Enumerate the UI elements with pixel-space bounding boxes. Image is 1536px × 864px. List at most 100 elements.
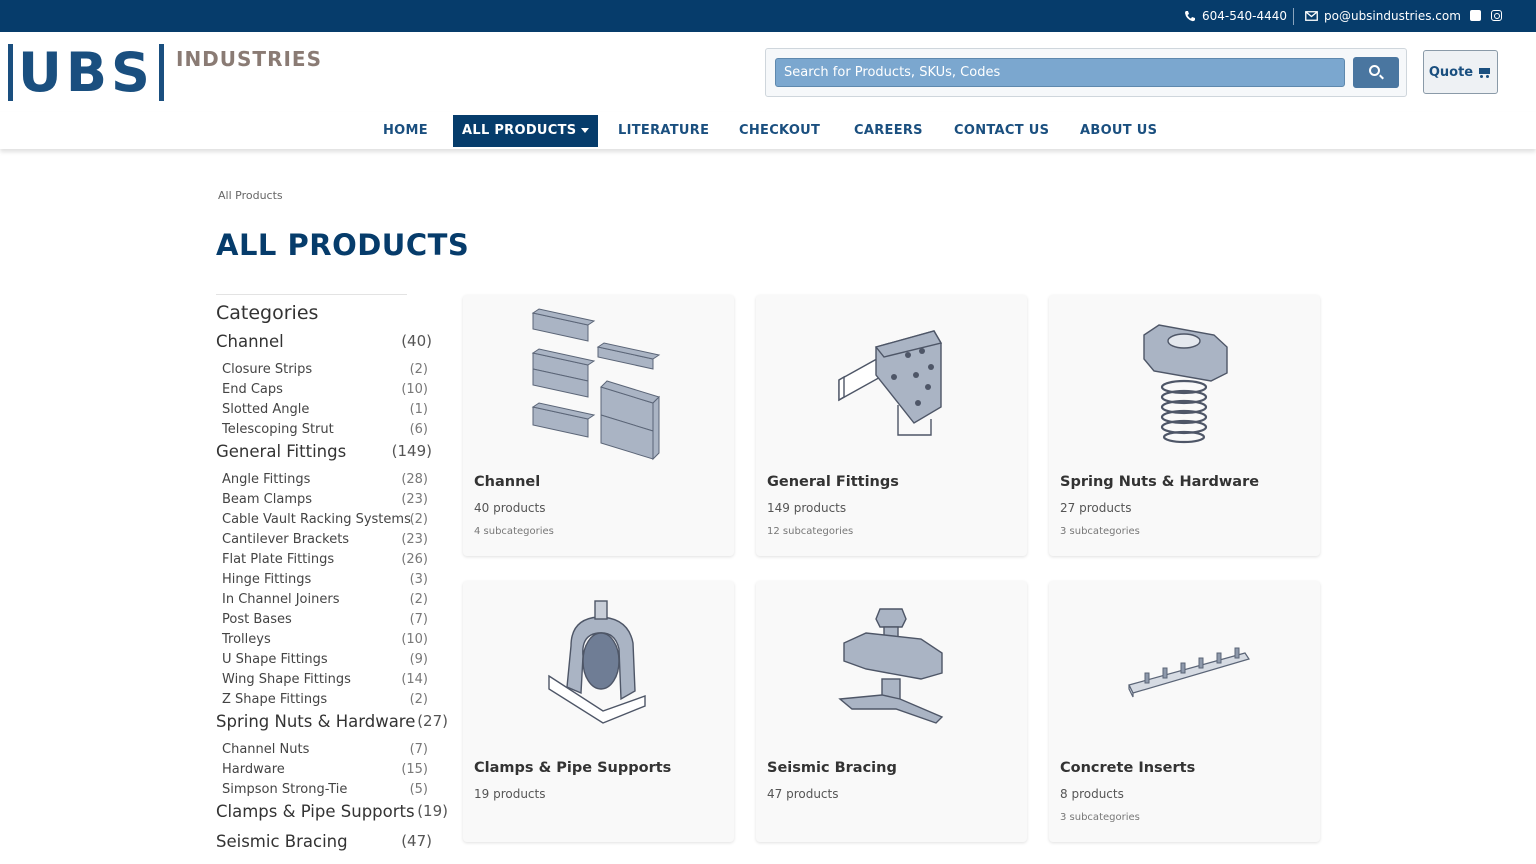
subcategory-item[interactable]: Hinge Fittings (3) <box>216 572 448 592</box>
linkedin-icon[interactable] <box>1470 10 1481 21</box>
subcategory-item[interactable]: End Caps (10) <box>216 382 448 402</box>
caret-down-icon <box>581 128 590 133</box>
card-product-count: 27 products <box>1060 501 1132 515</box>
subcategory-count: (23) <box>401 532 428 547</box>
card-title: Clamps & Pipe Supports <box>474 760 672 776</box>
subcategory-item[interactable]: Flat Plate Fittings (26) <box>216 552 448 572</box>
search-button[interactable] <box>1353 57 1399 88</box>
phone-link[interactable]: 604-540-4440 <box>1184 9 1287 23</box>
category-clamps[interactable]: Clamps & Pipe Supports (19) <box>216 802 448 832</box>
phone-icon <box>1185 11 1195 22</box>
nav-contact-us[interactable]: CONTACT US <box>954 115 1049 147</box>
subcategory-item[interactable]: Cantilever Brackets (23) <box>216 532 448 552</box>
card-product-count: 47 products <box>767 787 839 801</box>
subcategory-count: (23) <box>401 492 428 507</box>
card-product-count: 149 products <box>767 501 847 515</box>
sidebar-heading: Categories <box>216 302 319 324</box>
subcategory-label: Post Bases <box>222 612 292 627</box>
subcategory-label: Hardware <box>222 762 285 777</box>
logo-bar-right <box>158 44 164 101</box>
subcategory-item[interactable]: Wing Shape Fittings (14) <box>216 672 448 692</box>
category-general-fittings[interactable]: General Fittings (149) <box>216 442 448 472</box>
subcategory-count: (7) <box>409 742 428 757</box>
subcategory-count: (14) <box>401 672 428 687</box>
spring-nut-icon <box>1143 324 1228 444</box>
nav-careers[interactable]: CAREERS <box>854 115 923 147</box>
category-spring-nuts[interactable]: Spring Nuts & Hardware (27) <box>216 712 448 742</box>
subcategory-label: Cantilever Brackets <box>222 532 350 547</box>
nav-about-us[interactable]: ABOUT US <box>1080 115 1157 147</box>
site-logo[interactable]: UBS INDUSTRIES <box>8 41 321 104</box>
card-subcategory-count: 4 subcategories <box>474 526 554 537</box>
subcategory-item[interactable]: Beam Clamps (23) <box>216 492 448 512</box>
subcategory-label: Angle Fittings <box>222 472 311 487</box>
search-container <box>765 48 1407 97</box>
logo-subtitle: INDUSTRIES <box>176 47 322 71</box>
concrete-insert-icon <box>1128 647 1250 698</box>
card-subcategory-count: 3 subcategories <box>1060 526 1140 537</box>
nav-literature[interactable]: LITERATURE <box>618 115 709 147</box>
subcategory-label: U Shape Fittings <box>222 652 328 667</box>
category-seismic-bracing[interactable]: Seismic Bracing (47) <box>216 832 448 862</box>
subcategory-label: Channel Nuts <box>222 742 310 757</box>
subcategory-label: Z Shape Fittings <box>222 692 328 707</box>
quote-button[interactable]: Quote <box>1423 50 1498 94</box>
subcategory-count: (6) <box>409 422 428 437</box>
email-address: po@ubsindustries.com <box>1324 9 1461 23</box>
category-card-general-fittings[interactable]: General Fittings 149 products 12 subcate… <box>756 295 1027 556</box>
search-icon <box>1369 65 1380 76</box>
subcategory-label: Cable Vault Racking Systems <box>222 512 411 527</box>
subcategory-item[interactable]: Slotted Angle (1) <box>216 402 448 422</box>
cart-icon <box>1477 67 1492 78</box>
nav-home[interactable]: HOME <box>383 115 428 147</box>
subcategory-item[interactable]: Telescoping Strut (6) <box>216 422 448 442</box>
category-label: Spring Nuts & Hardware <box>216 712 416 731</box>
category-label: Clamps & Pipe Supports <box>216 802 415 821</box>
category-card-channel[interactable]: Channel 40 products 4 subcategories <box>463 295 734 556</box>
category-card-clamps[interactable]: Clamps & Pipe Supports 19 products <box>463 581 734 842</box>
category-sidebar: Categories Channel (40) Closure Strips (2)… <box>216 294 448 862</box>
subcategory-label: Flat Plate Fittings <box>222 552 335 567</box>
subcategory-item[interactable]: U Shape Fittings (9) <box>216 652 448 672</box>
subcategory-label: Trolleys <box>222 632 271 647</box>
quote-label: Quote <box>1428 64 1474 80</box>
category-card-spring-nuts[interactable]: Spring Nuts & Hardware 27 products 3 sub… <box>1049 295 1320 556</box>
category-channel[interactable]: Channel (40) <box>216 332 448 362</box>
subcategory-count: (1) <box>409 402 428 417</box>
instagram-icon[interactable] <box>1491 10 1502 21</box>
subcategory-item[interactable]: Simpson Strong-Tie (5) <box>216 782 448 802</box>
subcategory-label: Wing Shape Fittings <box>222 672 351 687</box>
email-link[interactable]: po@ubsindustries.com <box>1305 9 1461 23</box>
category-card-concrete-inserts[interactable]: Concrete Inserts 8 products 3 subcategor… <box>1049 581 1320 842</box>
subcategory-label: Telescoping Strut <box>222 422 334 437</box>
card-product-count: 19 products <box>474 787 546 801</box>
category-count: (40) <box>401 332 432 350</box>
category-count: (27) <box>417 712 448 730</box>
subcategory-count: (2) <box>409 362 428 377</box>
subcategory-item[interactable]: Post Bases (7) <box>216 612 448 632</box>
nav-all-products-label: ALL PRODUCTS <box>462 123 577 138</box>
category-card-seismic-bracing[interactable]: Seismic Bracing 47 products <box>756 581 1027 842</box>
subcategory-item[interactable]: Closure Strips (2) <box>216 362 448 382</box>
nav-all-products[interactable]: ALL PRODUCTS <box>453 115 599 147</box>
subcategory-item[interactable]: Hardware (15) <box>216 762 448 782</box>
search-input[interactable] <box>775 58 1345 87</box>
breadcrumb[interactable]: All Products <box>218 189 283 202</box>
subcategory-count: (10) <box>401 632 428 647</box>
nav-checkout[interactable]: CHECKOUT <box>739 115 820 147</box>
card-product-count: 8 products <box>1060 787 1124 801</box>
subcategory-label: Beam Clamps <box>222 492 313 507</box>
subcategory-item[interactable]: Angle Fittings (28) <box>216 472 448 492</box>
channel-icon <box>531 308 661 461</box>
subcategory-item[interactable]: Z Shape Fittings (2) <box>216 692 448 712</box>
divider <box>1293 8 1294 25</box>
seismic-bracing-icon <box>838 608 944 724</box>
category-label: Channel <box>216 332 284 351</box>
card-subcategory-count: 3 subcategories <box>1060 812 1140 823</box>
logo-wordmark: UBS <box>18 41 154 104</box>
subcategory-label: End Caps <box>222 382 283 397</box>
subcategory-item[interactable]: Cable Vault Racking Systems (2) <box>216 512 448 532</box>
subcategory-item[interactable]: Channel Nuts (7) <box>216 742 448 762</box>
subcategory-item[interactable]: In Channel Joiners (2) <box>216 592 448 612</box>
subcategory-item[interactable]: Trolleys (10) <box>216 632 448 652</box>
